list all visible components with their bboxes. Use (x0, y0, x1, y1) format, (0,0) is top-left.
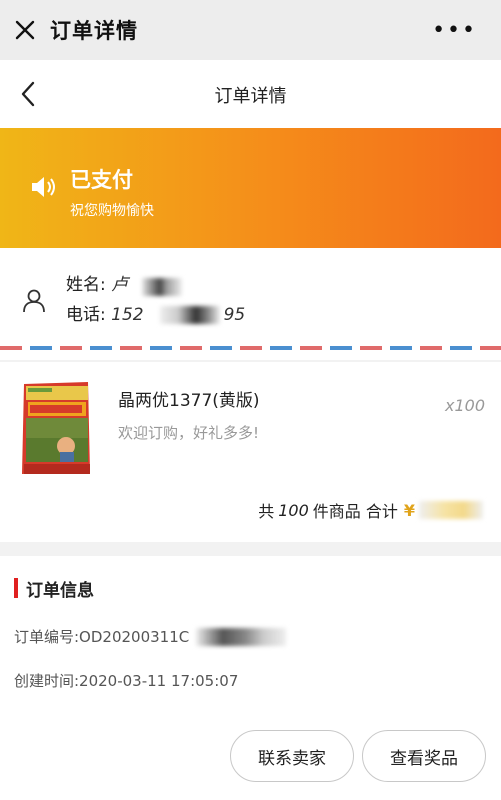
phone-value-end: 95 (223, 305, 246, 325)
contact-seller-button[interactable]: 联系卖家 (230, 730, 354, 782)
name-label: 姓名: (66, 275, 106, 295)
user-icon (22, 288, 46, 314)
order-info-section: 订单信息 订单编号:OD20200311C 创建时间:2020-03-11 17… (0, 556, 501, 800)
page-header: 订单详情 (0, 60, 501, 128)
wechat-title-bar: 订单详情 ••• (0, 0, 501, 60)
more-icon[interactable]: ••• (432, 18, 477, 43)
summary-prefix: 共 (258, 502, 275, 521)
recipient-name: 姓名: 卢 (66, 270, 128, 295)
recipient-card: 姓名: 卢 电话: 152 95 (0, 248, 501, 360)
status-banner: 已支付 祝您购物愉快 (0, 128, 501, 248)
order-status: 已支付 (70, 168, 133, 192)
section-accent-bar (14, 578, 18, 598)
envelope-stripe (0, 346, 501, 350)
section-title: 订单信息 (26, 581, 94, 601)
redacted-order-number (196, 628, 286, 646)
redacted-amount (419, 501, 483, 519)
product-name: 晶两优1377(黄版) (118, 391, 260, 411)
currency-symbol: ¥ (403, 500, 415, 520)
product-promo: 欢迎订购，好礼多多! (118, 424, 260, 442)
summary-label: 件商品 合计 (312, 502, 398, 521)
summary-count: 100 (278, 500, 309, 520)
product-quantity: x100 (444, 396, 485, 415)
order-created-time: 创建时间:2020-03-11 17:05:07 (14, 672, 239, 690)
speaker-icon (28, 172, 58, 202)
page-title: 订单详情 (214, 86, 287, 107)
close-icon[interactable] (0, 0, 50, 60)
product-card[interactable]: 晶两优1377(黄版) 欢迎订购，好礼多多! x100 共 100 件商品 合计… (0, 362, 501, 542)
name-value: 卢 (111, 275, 129, 295)
view-prize-button[interactable]: 查看奖品 (362, 730, 486, 782)
phone-value-start: 152 (111, 305, 144, 325)
redacted-name (142, 278, 182, 296)
redacted-phone (160, 306, 220, 324)
phone-label: 电话: (66, 305, 106, 325)
product-image (18, 380, 94, 476)
order-number: 订单编号:OD20200311C (14, 628, 190, 646)
wechat-title: 订单详情 (50, 19, 138, 43)
status-subtitle: 祝您购物愉快 (70, 203, 154, 219)
order-total: 共 100 件商品 合计 ¥ (258, 498, 483, 522)
